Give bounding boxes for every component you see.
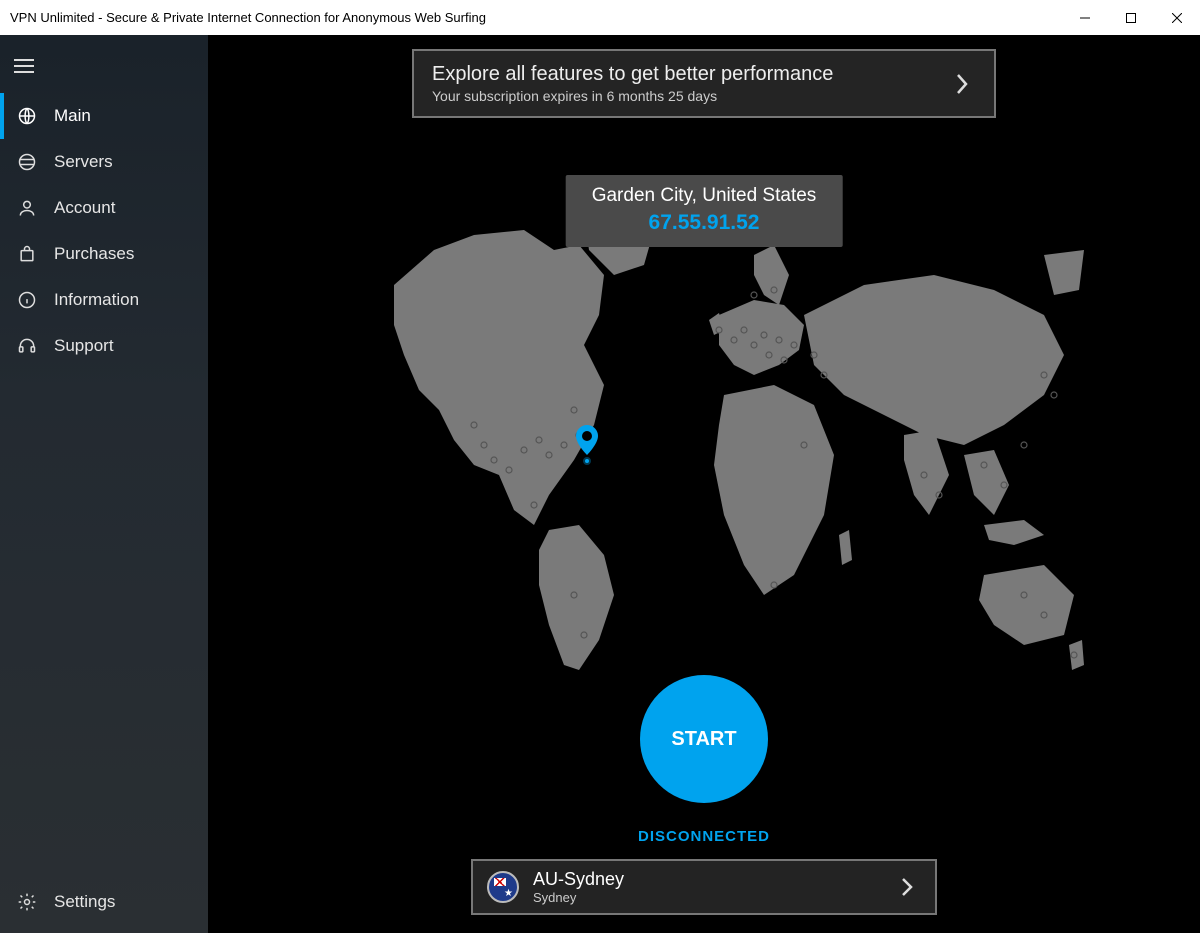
chevron-right-icon bbox=[893, 873, 921, 901]
headset-icon bbox=[16, 335, 38, 357]
banner-subtitle: Your subscription expires in 6 months 25… bbox=[432, 88, 948, 104]
minimize-button[interactable] bbox=[1062, 0, 1108, 35]
server-selector[interactable]: AU-Sydney Sydney bbox=[471, 859, 937, 915]
server-name: AU-Sydney bbox=[533, 869, 893, 890]
sidebar: Main Servers Account bbox=[0, 35, 208, 933]
map-pin-icon bbox=[576, 425, 598, 460]
connect-button[interactable]: START bbox=[640, 675, 768, 803]
gear-icon bbox=[16, 891, 38, 913]
sidebar-item-servers[interactable]: Servers bbox=[0, 139, 208, 185]
location-city: Garden City, United States bbox=[592, 185, 817, 207]
sidebar-item-account[interactable]: Account bbox=[0, 185, 208, 231]
sidebar-item-label: Information bbox=[54, 290, 139, 310]
bag-icon bbox=[16, 243, 38, 265]
globe-icon bbox=[16, 105, 38, 127]
info-icon bbox=[16, 289, 38, 311]
sidebar-item-support[interactable]: Support bbox=[0, 323, 208, 369]
user-icon bbox=[16, 197, 38, 219]
world-map bbox=[324, 195, 1084, 695]
close-button[interactable] bbox=[1154, 0, 1200, 35]
titlebar: VPN Unlimited - Secure & Private Interne… bbox=[0, 0, 1200, 35]
sidebar-item-main[interactable]: Main bbox=[0, 93, 208, 139]
sidebar-item-label: Main bbox=[54, 106, 91, 126]
map-location-dot bbox=[583, 457, 591, 465]
menu-toggle-button[interactable] bbox=[0, 49, 208, 93]
location-ip: 67.55.91.52 bbox=[592, 211, 817, 235]
connect-button-label: START bbox=[671, 728, 736, 751]
connection-status: DISCONNECTED bbox=[638, 828, 770, 845]
sidebar-item-label: Support bbox=[54, 336, 114, 356]
sidebar-item-label: Account bbox=[54, 198, 115, 218]
hamburger-icon bbox=[14, 59, 34, 73]
settings-label: Settings bbox=[54, 892, 115, 912]
main-panel: Explore all features to get better perfo… bbox=[208, 35, 1200, 933]
sidebar-item-settings[interactable]: Settings bbox=[0, 875, 208, 933]
window-title: VPN Unlimited - Secure & Private Interne… bbox=[10, 10, 486, 25]
flag-icon bbox=[487, 871, 519, 903]
servers-icon bbox=[16, 151, 38, 173]
sidebar-item-label: Servers bbox=[54, 152, 113, 172]
server-city: Sydney bbox=[533, 890, 893, 905]
promo-banner[interactable]: Explore all features to get better perfo… bbox=[412, 49, 996, 118]
location-card: Garden City, United States 67.55.91.52 bbox=[566, 175, 843, 247]
sidebar-item-information[interactable]: Information bbox=[0, 277, 208, 323]
maximize-button[interactable] bbox=[1108, 0, 1154, 35]
sidebar-item-purchases[interactable]: Purchases bbox=[0, 231, 208, 277]
sidebar-item-label: Purchases bbox=[54, 244, 134, 264]
chevron-right-icon bbox=[948, 70, 976, 98]
banner-title: Explore all features to get better perfo… bbox=[432, 63, 948, 86]
